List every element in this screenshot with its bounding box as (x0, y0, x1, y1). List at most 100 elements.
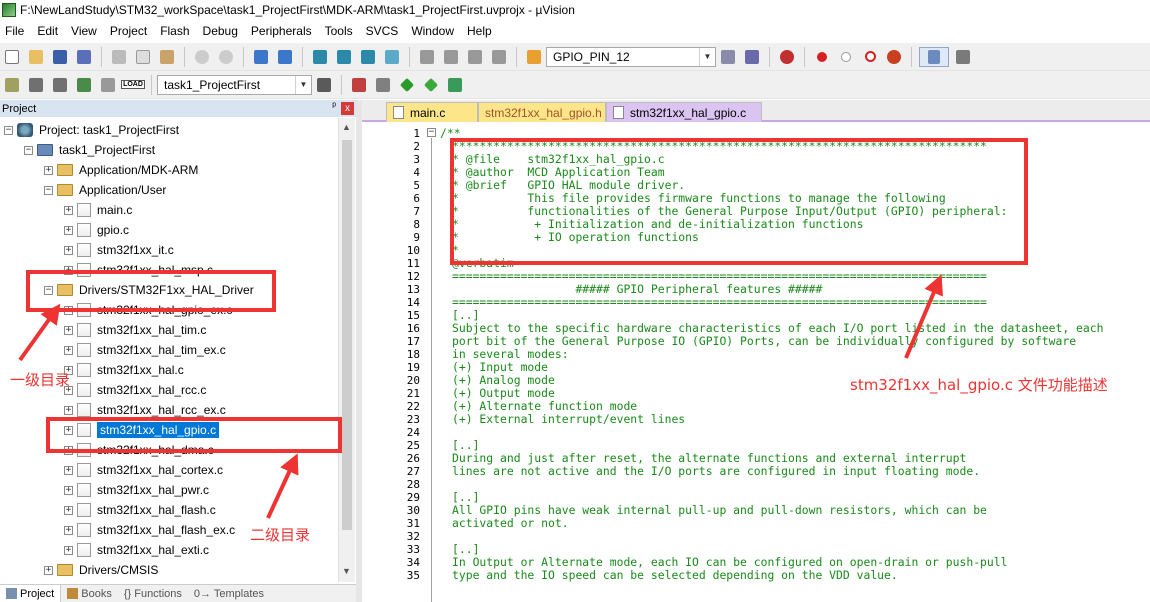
expand-toggle[interactable]: + (64, 545, 73, 555)
menu-peripherals[interactable]: Peripherals (246, 20, 320, 42)
collapse-toggle[interactable]: − (24, 145, 33, 155)
pack-installer-button[interactable] (421, 75, 441, 95)
build-button[interactable] (26, 75, 46, 95)
save-all-button[interactable] (74, 47, 94, 67)
save-button[interactable] (50, 47, 70, 67)
batch-build-button[interactable] (74, 75, 94, 95)
manage-project-items-button[interactable] (349, 75, 369, 95)
menu-edit[interactable]: Edit (32, 20, 66, 42)
manage-rte-button[interactable] (397, 75, 417, 95)
configure-button[interactable] (953, 47, 973, 67)
expand-toggle[interactable]: + (44, 165, 53, 175)
find-combo[interactable]: GPIO_PIN_12 ▼ (546, 46, 716, 67)
tree-item-group[interactable]: + Application/MDK-ARM (44, 160, 198, 180)
scrollbar-thumb[interactable] (342, 140, 352, 530)
menu-debug[interactable]: Debug (198, 20, 246, 42)
tree-item-file[interactable]: + stm32f1xx_hal_tim.c (64, 320, 206, 340)
window-layout-button[interactable] (919, 46, 949, 67)
insert-breakpoint-button[interactable] (812, 47, 832, 67)
uncomment-button[interactable] (489, 47, 509, 67)
tree-item-file[interactable]: + stm32f1xx_hal_flash_ex.c (64, 520, 235, 540)
expand-toggle[interactable]: + (64, 525, 73, 535)
chevron-down-icon[interactable]: ▼ (699, 47, 715, 66)
tab-hal-gpio-h[interactable]: stm32f1xx_hal_gpio.h (478, 102, 606, 122)
find-button[interactable] (718, 47, 738, 67)
pin-icon[interactable]: ᵖ (332, 101, 336, 112)
tree-item-file[interactable]: + gpio.c (64, 220, 129, 240)
tab-project[interactable]: Project (0, 584, 62, 602)
open-file-button[interactable] (26, 47, 46, 67)
menu-help[interactable]: Help (462, 20, 500, 42)
indent-button[interactable] (417, 47, 437, 67)
tree-item-file[interactable]: + stm32f1xx_hal_flash.c (64, 500, 216, 520)
redo-button[interactable] (216, 47, 236, 67)
prev-bookmark-button[interactable] (334, 47, 354, 67)
cut-button[interactable] (109, 47, 129, 67)
scroll-up-icon[interactable]: ▲ (342, 122, 351, 132)
menu-window[interactable]: Window (406, 20, 462, 42)
tab-hal-gpio-c[interactable]: stm32f1xx_hal_gpio.c (606, 102, 762, 122)
tree-item-file[interactable]: + stm32f1xx_hal_cortex.c (64, 460, 223, 480)
bookmark-button[interactable] (310, 47, 330, 67)
navigate-forward-button[interactable] (275, 47, 295, 67)
tree-item-group[interactable]: + Drivers/CMSIS (44, 560, 158, 580)
expand-toggle[interactable]: + (64, 225, 73, 235)
target-options-button[interactable] (314, 75, 334, 95)
expand-toggle[interactable]: + (64, 345, 73, 355)
comment-button[interactable] (465, 47, 485, 67)
tree-item-file[interactable]: + stm32f1xx_hal_tim_ex.c (64, 340, 226, 360)
rte-button[interactable] (445, 75, 465, 95)
tree-item-file[interactable]: + stm32f1xx_it.c (64, 240, 174, 260)
menu-view[interactable]: View (66, 20, 105, 42)
tree-item-file[interactable]: + main.c (64, 200, 132, 220)
find-in-files-button[interactable] (524, 47, 544, 67)
undo-button[interactable] (192, 47, 212, 67)
stop-build-button[interactable] (98, 75, 118, 95)
tree-item-project-root[interactable]: − Project: task1_ProjectFirst (4, 120, 179, 140)
collapse-toggle[interactable]: − (4, 125, 13, 135)
tree-item-file[interactable]: + stm32f1xx_hal_pwr.c (64, 480, 209, 500)
translate-button[interactable] (2, 75, 22, 95)
tab-books[interactable]: Books (61, 585, 118, 602)
collapse-toggle[interactable]: − (44, 185, 53, 195)
download-button[interactable]: LOAD (121, 75, 145, 95)
tree-item-file[interactable]: + stm32f1xx_hal_exti.c (64, 540, 209, 560)
scroll-down-icon[interactable]: ▼ (342, 566, 351, 576)
enable-breakpoint-button[interactable] (836, 47, 856, 67)
select-packs-button[interactable] (373, 75, 393, 95)
menu-tools[interactable]: Tools (320, 20, 361, 42)
copy-button[interactable] (133, 47, 153, 67)
rebuild-button[interactable] (50, 75, 70, 95)
disable-all-breakpoints-button[interactable] (860, 47, 880, 67)
expand-toggle[interactable]: + (64, 405, 73, 415)
expand-toggle[interactable]: + (64, 245, 73, 255)
chevron-down-icon[interactable]: ▼ (295, 75, 311, 94)
expand-toggle[interactable]: + (64, 465, 73, 475)
menu-svcs[interactable]: SVCS (361, 20, 407, 42)
navigate-back-button[interactable] (251, 47, 271, 67)
menu-project[interactable]: Project (105, 20, 155, 42)
paste-button[interactable] (157, 47, 177, 67)
expand-toggle[interactable]: + (64, 205, 73, 215)
target-combo[interactable]: task1_ProjectFirst ▼ (157, 74, 312, 95)
project-tree-scrollbar[interactable]: ▲ ▼ (338, 118, 355, 582)
kill-all-breakpoints-button[interactable] (884, 47, 904, 67)
menu-file[interactable]: File (0, 20, 32, 42)
tab-main-c[interactable]: main.c (386, 102, 478, 122)
fold-toggle[interactable]: − (427, 128, 436, 137)
expand-toggle[interactable]: + (44, 565, 53, 575)
debug-start-button[interactable] (777, 47, 797, 67)
tree-item-target[interactable]: − task1_ProjectFirst (24, 140, 155, 160)
close-panel-button[interactable]: x (341, 102, 354, 115)
tree-item-file[interactable]: + stm32f1xx_hal_rcc.c (64, 380, 206, 400)
new-file-button[interactable] (2, 47, 22, 67)
tree-item-file[interactable]: + stm32f1xx_hal.c (64, 360, 184, 380)
expand-toggle[interactable]: + (64, 505, 73, 515)
expand-toggle[interactable]: + (64, 325, 73, 335)
unindent-button[interactable] (441, 47, 461, 67)
clear-bookmarks-button[interactable] (382, 47, 402, 67)
expand-toggle[interactable]: + (64, 485, 73, 495)
next-bookmark-button[interactable] (358, 47, 378, 67)
menu-flash[interactable]: Flash (155, 20, 197, 42)
tree-item-group[interactable]: − Application/User (44, 180, 166, 200)
